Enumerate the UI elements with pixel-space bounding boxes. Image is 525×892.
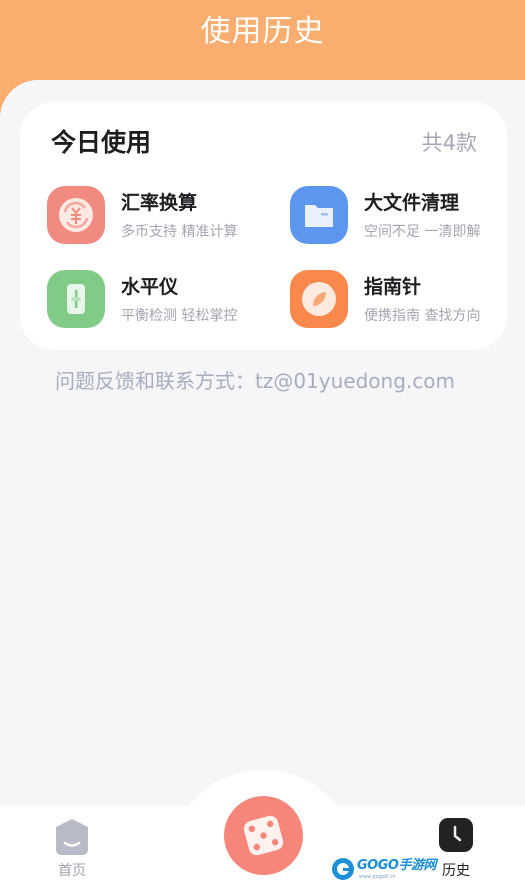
tab-history[interactable]: 历史	[433, 815, 479, 885]
tool-compass[interactable]: 指南针 便携指南 查找方向	[290, 270, 520, 330]
feedback-contact: 问题反馈和联系方式：tz@01yuedong.com	[55, 369, 455, 393]
today-usage-card: 今日使用 共4款 汇率换算 多币支持 精准计算 大文件清理 空间不足 一清即解	[20, 102, 507, 350]
tool-name: 大文件清理	[364, 192, 460, 214]
tab-home-label: 首页	[58, 863, 86, 879]
tool-level[interactable]: 水平仪 平衡检测 轻松掌控	[47, 270, 277, 330]
tool-name: 水平仪	[121, 276, 179, 298]
tool-large-file-cleanup[interactable]: 大文件清理 空间不足 一清即解	[290, 186, 520, 246]
card-title: 今日使用	[51, 128, 152, 157]
exchange-rate-icon	[47, 186, 105, 244]
watermark-url: www.gogo8.cn	[359, 874, 396, 880]
watermark-g-icon	[332, 858, 354, 880]
tab-history-label: 历史	[442, 863, 470, 879]
tool-description: 平衡检测 轻松掌控	[121, 308, 238, 324]
tool-description: 多币支持 精准计算	[121, 224, 238, 240]
tool-name: 汇率换算	[121, 192, 198, 214]
home-icon	[56, 819, 88, 855]
level-icon	[47, 270, 105, 328]
center-action-button[interactable]	[224, 796, 303, 875]
watermark-brand: GOGO手游网	[357, 858, 436, 873]
tool-description: 空间不足 一清即解	[364, 224, 481, 240]
tool-exchange-rate[interactable]: 汇率换算 多币支持 精准计算	[47, 186, 277, 246]
compass-icon	[290, 270, 348, 328]
tool-description: 便携指南 查找方向	[364, 308, 481, 324]
folder-icon	[290, 186, 348, 244]
clock-icon	[439, 818, 473, 852]
page-title: 使用历史	[200, 14, 325, 49]
tab-home[interactable]: 首页	[50, 815, 94, 885]
tool-count: 共4款	[421, 131, 477, 155]
tool-name: 指南针	[364, 276, 422, 298]
dice-icon	[243, 815, 284, 856]
watermark-logo: GOGO手游网 www.gogo8.cn	[331, 857, 436, 883]
